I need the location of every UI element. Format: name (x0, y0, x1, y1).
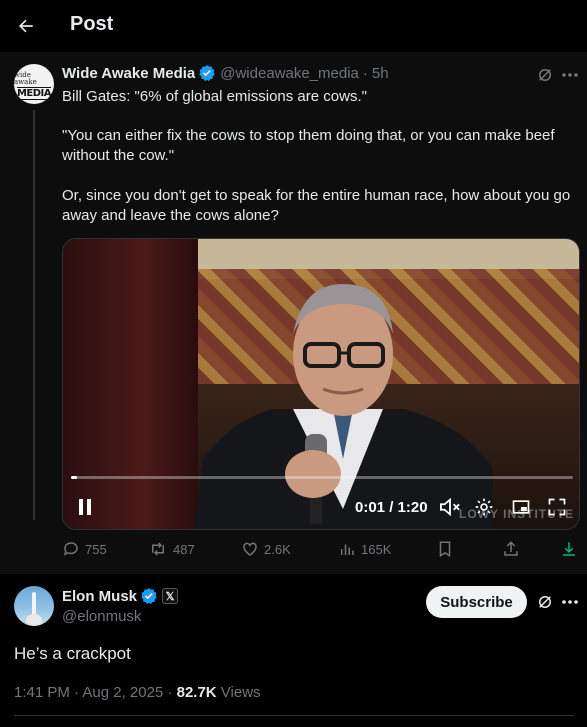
grok-icon[interactable] (536, 66, 554, 84)
subscribe-button[interactable]: Subscribe (426, 586, 527, 618)
avatar-rocket (32, 592, 36, 616)
page-title: Post (70, 13, 114, 35)
avatar-logo-bottom: MEDIA (16, 86, 52, 100)
reply-button[interactable]: 755 (62, 540, 107, 558)
post-text-line-3: Or, since you don't get to speak for the… (62, 187, 571, 224)
avatar-smoke (26, 614, 42, 626)
views-count: 165K (361, 541, 392, 557)
views-label: Views (216, 684, 261, 701)
post-text-line-1: Bill Gates: "6% of global emissions are … (62, 88, 367, 105)
avatar-logo-top: wide awake (14, 70, 37, 86)
post-meta: 1:41 PM · Aug 2, 2025 · 82.7K Views (14, 684, 261, 701)
video-player[interactable]: 0:01 / 1:20 LOWY INSTITUTE (62, 238, 580, 530)
grok-icon[interactable] (536, 593, 554, 611)
x-affiliate-icon[interactable]: 𝕏 (162, 588, 179, 604)
more-icon[interactable] (560, 593, 580, 611)
fullscreen-icon[interactable] (547, 497, 567, 522)
post-time[interactable]: 5h (372, 65, 389, 82)
repost-button[interactable]: 487 (148, 540, 195, 558)
volume-mute-icon[interactable] (439, 497, 461, 522)
settings-icon[interactable] (474, 497, 494, 522)
post-timestamp[interactable]: 1:41 PM · Aug 2, 2025 · (14, 684, 177, 701)
author-name[interactable]: Wide Awake Media (62, 65, 195, 82)
author-handle[interactable]: @wideawake_media (220, 65, 359, 82)
author-name[interactable]: Elon Musk (62, 588, 137, 605)
like-button[interactable]: 2.6K (241, 540, 291, 558)
avatar[interactable] (14, 586, 54, 626)
video-frame-curtain (63, 239, 198, 529)
post-text-line-2: "You can either fix the cows to stop the… (62, 127, 555, 164)
post-text: He’s a crackpot (14, 644, 131, 663)
video-progress-bar[interactable] (71, 476, 573, 479)
repost-icon (152, 542, 164, 556)
video-progress-fill (71, 476, 78, 479)
like-icon (243, 542, 257, 556)
verified-icon[interactable] (198, 64, 216, 82)
video-time: 0:01 / 1:20 (355, 499, 428, 516)
pause-icon[interactable] (77, 497, 93, 522)
main-post-header: Elon Musk 𝕏 (62, 587, 179, 605)
thread-line (33, 110, 35, 520)
video-frame-person (193, 284, 493, 529)
pip-icon[interactable] (511, 497, 531, 522)
post-actions: 755 487 2.6K 165K (62, 540, 580, 564)
more-icon[interactable] (560, 66, 580, 84)
repost-count: 487 (173, 541, 195, 557)
views-icon (341, 544, 354, 555)
share-icon[interactable] (502, 540, 525, 558)
back-arrow-icon[interactable] (14, 14, 38, 38)
views-count: 82.7K (176, 684, 217, 701)
download-icon[interactable] (560, 540, 583, 558)
avatar[interactable]: wide awake MEDIA (14, 64, 54, 104)
reply-count: 755 (85, 541, 107, 557)
parent-post-header: Wide Awake Media @wideawake_media · 5h (62, 64, 389, 82)
divider (14, 715, 574, 716)
verified-icon[interactable] (140, 587, 158, 605)
top-bar: Post (0, 0, 587, 52)
like-count: 2.6K (264, 541, 291, 557)
views-button[interactable]: 165K (338, 540, 391, 558)
reply-icon (63, 542, 78, 556)
author-handle[interactable]: @elonmusk (62, 608, 141, 625)
bookmark-icon[interactable] (436, 540, 459, 558)
separator: · (362, 64, 368, 82)
